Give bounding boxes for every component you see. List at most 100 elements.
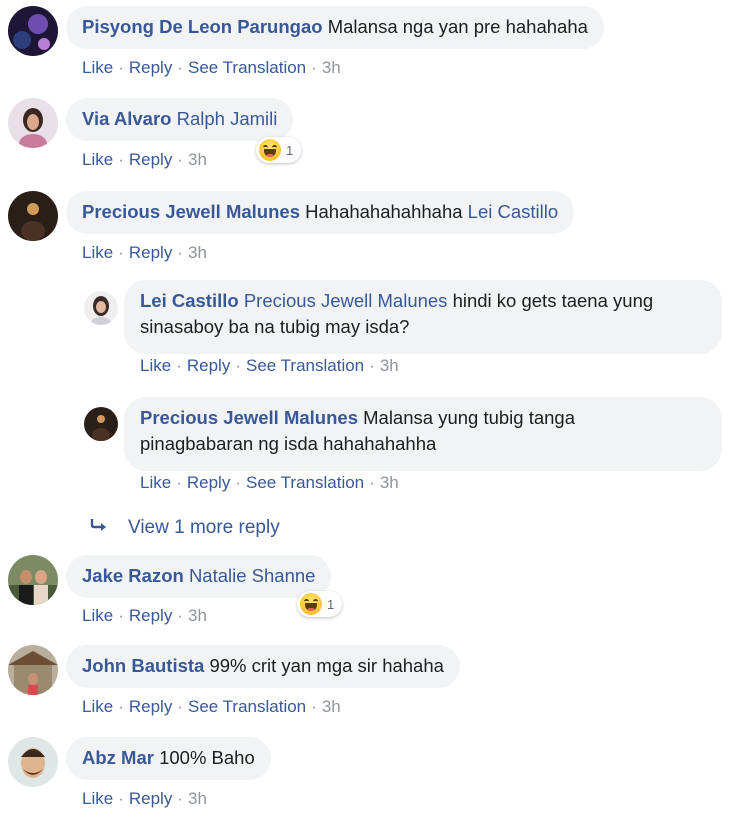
- separator: ·: [369, 356, 375, 375]
- separator: ·: [118, 150, 124, 169]
- comment-text-line1: hindi ko gets taena yung: [452, 290, 654, 311]
- reply-link[interactable]: Reply: [187, 473, 230, 492]
- avatar[interactable]: [8, 645, 58, 695]
- comment-bubble: John Bautista 99% crit yan mga sir hahah…: [66, 645, 460, 688]
- haha-reaction-icon: [259, 139, 281, 161]
- comment-author[interactable]: Via Alvaro: [82, 108, 171, 129]
- avatar[interactable]: [84, 291, 118, 325]
- see-translation-link[interactable]: See Translation: [246, 356, 364, 375]
- reaction-badge[interactable]: 1: [256, 137, 302, 163]
- comment-text: Malansa nga yan pre hahahaha: [327, 16, 588, 37]
- mention-link[interactable]: Natalie Shanne: [189, 565, 316, 586]
- avatar[interactable]: [8, 6, 58, 56]
- comment-actions: Like · Reply · 3h: [82, 150, 207, 170]
- like-link[interactable]: Like: [82, 606, 113, 625]
- comment-bubble: Jake Razon Natalie Shanne: [66, 555, 332, 598]
- timestamp[interactable]: 3h: [188, 789, 207, 808]
- timestamp[interactable]: 3h: [380, 356, 399, 375]
- separator: ·: [118, 243, 124, 262]
- comment-actions: Like · Reply · See Translation · 3h: [82, 58, 341, 78]
- comment-actions: Like · Reply · 3h: [82, 243, 207, 263]
- reply-bubble: Precious Jewell Malunes Malansa yung tub…: [124, 397, 722, 471]
- avatar[interactable]: [8, 737, 58, 787]
- timestamp[interactable]: 3h: [380, 473, 399, 492]
- like-link[interactable]: Like: [140, 356, 171, 375]
- comment-text: 100% Baho: [159, 747, 255, 768]
- like-link[interactable]: Like: [82, 58, 113, 77]
- like-link[interactable]: Like: [82, 150, 113, 169]
- reaction-count: 1: [286, 142, 294, 158]
- comment-author[interactable]: Abz Mar: [82, 747, 154, 768]
- see-translation-link[interactable]: See Translation: [188, 58, 306, 77]
- comment-author[interactable]: Pisyong De Leon Parungao: [82, 16, 323, 37]
- like-link[interactable]: Like: [140, 473, 171, 492]
- timestamp[interactable]: 3h: [322, 697, 341, 716]
- reply-bubble: Lei Castillo Precious Jewell Malunes hin…: [124, 280, 722, 354]
- see-translation-link[interactable]: See Translation: [246, 473, 364, 492]
- comment-bubble: Pisyong De Leon Parungao Malansa nga yan…: [66, 6, 604, 49]
- comment-author[interactable]: Precious Jewell Malunes: [140, 407, 358, 428]
- avatar[interactable]: [8, 555, 58, 605]
- comment-text: 99% crit yan mga sir hahaha: [209, 655, 444, 676]
- avatar[interactable]: [8, 191, 58, 241]
- separator: ·: [311, 58, 317, 77]
- separator: ·: [118, 606, 124, 625]
- comment-text-line2: pinagbabaran ng isda hahahahahha: [140, 433, 437, 454]
- reply-link[interactable]: Reply: [129, 58, 172, 77]
- comment-bubble: Precious Jewell Malunes Hahahahahahhaha …: [66, 191, 575, 234]
- reply-link[interactable]: Reply: [129, 697, 172, 716]
- separator: ·: [177, 150, 183, 169]
- comment-bubble: Via Alvaro Ralph Jamili: [66, 98, 294, 141]
- see-translation-link[interactable]: See Translation: [188, 697, 306, 716]
- comment-actions: Like · Reply · See Translation · 3h: [82, 697, 341, 717]
- comment-author[interactable]: Precious Jewell Malunes: [82, 201, 300, 222]
- comment-bubble: Abz Mar 100% Baho: [66, 737, 271, 780]
- mention-link[interactable]: Precious Jewell Malunes: [244, 290, 448, 311]
- separator: ·: [235, 473, 241, 492]
- reply-link[interactable]: Reply: [129, 606, 172, 625]
- view-more-label[interactable]: View 1 more reply: [128, 517, 280, 539]
- separator: ·: [235, 356, 241, 375]
- comment-actions: Like · Reply · See Translation · 3h: [140, 356, 399, 376]
- comment-actions: Like · Reply · 3h: [82, 606, 207, 626]
- comment-author[interactable]: Jake Razon: [82, 565, 184, 586]
- timestamp[interactable]: 3h: [188, 150, 207, 169]
- timestamp[interactable]: 3h: [188, 606, 207, 625]
- reply-link[interactable]: Reply: [129, 243, 172, 262]
- reply-link[interactable]: Reply: [187, 356, 230, 375]
- separator: ·: [118, 789, 124, 808]
- reply-arrow-icon: [90, 517, 110, 539]
- reaction-count: 1: [327, 596, 335, 612]
- separator: ·: [177, 789, 183, 808]
- haha-reaction-icon: [300, 593, 322, 615]
- timestamp[interactable]: 3h: [188, 243, 207, 262]
- avatar[interactable]: [8, 98, 58, 148]
- separator: ·: [177, 58, 183, 77]
- separator: ·: [118, 58, 124, 77]
- separator: ·: [176, 356, 182, 375]
- comment-text: Hahahahahahhaha: [305, 201, 463, 222]
- like-link[interactable]: Like: [82, 697, 113, 716]
- reply-link[interactable]: Reply: [129, 789, 172, 808]
- mention-link[interactable]: Ralph Jamili: [177, 108, 278, 129]
- comment-author[interactable]: Lei Castillo: [140, 290, 239, 311]
- separator: ·: [176, 473, 182, 492]
- comment-text-line2: sinasaboy ba na tubig may isda?: [140, 316, 410, 337]
- comment-actions: Like · Reply · See Translation · 3h: [140, 473, 399, 493]
- comment-text-line1: Malansa yung tubig tanga: [363, 407, 575, 428]
- like-link[interactable]: Like: [82, 789, 113, 808]
- timestamp[interactable]: 3h: [322, 58, 341, 77]
- separator: ·: [177, 606, 183, 625]
- comment-actions: Like · Reply · 3h: [82, 789, 207, 809]
- separator: ·: [369, 473, 375, 492]
- separator: ·: [177, 243, 183, 262]
- reply-link[interactable]: Reply: [129, 150, 172, 169]
- avatar[interactable]: [84, 407, 118, 441]
- view-more-replies[interactable]: View 1 more reply: [90, 517, 280, 539]
- mention-link[interactable]: Lei Castillo: [468, 201, 559, 222]
- reaction-badge[interactable]: 1: [297, 591, 343, 617]
- like-link[interactable]: Like: [82, 243, 113, 262]
- comment-author[interactable]: John Bautista: [82, 655, 204, 676]
- separator: ·: [311, 697, 317, 716]
- separator: ·: [177, 697, 183, 716]
